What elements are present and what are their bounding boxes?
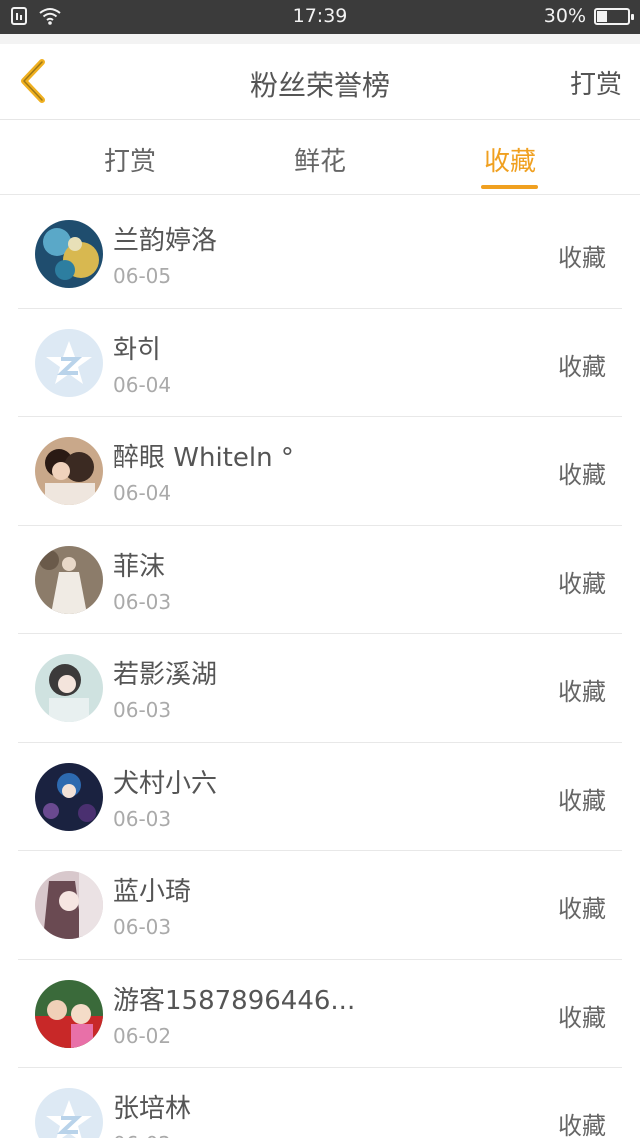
favorite-label: 收藏 xyxy=(558,895,606,923)
avatar xyxy=(35,654,103,722)
avatar xyxy=(35,762,103,831)
favorite-label: 收藏 xyxy=(558,1112,606,1138)
user-date: 06-04 xyxy=(113,481,172,505)
user-name: 游客1587896446... xyxy=(113,985,356,1016)
avatar xyxy=(35,979,103,1048)
favorite-label: 收藏 xyxy=(558,461,606,489)
tab-active-indicator xyxy=(481,185,538,189)
nav-bar: 粉丝荣誉榜 打赏 xyxy=(0,44,640,120)
user-name: 张培林 xyxy=(113,1094,192,1124)
user-date: 06-03 xyxy=(113,589,172,614)
fan-list: 兰韵婷洛 06-05 收藏 화히 06-04 收藏 醉眼 Whiteln ° 0… xyxy=(0,200,640,1138)
favorite-label: 收藏 xyxy=(558,244,606,272)
user-name: 蓝小琦 xyxy=(113,877,192,907)
avatar xyxy=(35,437,103,505)
header-gap xyxy=(0,34,640,44)
list-item[interactable]: 蓝小琦 06-03 收藏 xyxy=(18,851,622,960)
user-date: 06-02 xyxy=(113,1023,172,1048)
list-item[interactable]: 菲沫 06-03 收藏 xyxy=(18,526,622,634)
user-name: 醉眼 Whiteln ° xyxy=(113,443,294,473)
battery-fill xyxy=(597,11,607,22)
user-date: 06-04 xyxy=(113,372,172,397)
user-date: 06-02 xyxy=(113,1132,171,1138)
list-item[interactable]: 醉眼 Whiteln ° 06-04 收藏 xyxy=(18,417,622,526)
favorite-label: 收藏 xyxy=(558,1003,606,1032)
favorite-label: 收藏 xyxy=(558,678,606,706)
list-item[interactable]: 犬村小六 06-03 收藏 xyxy=(18,743,622,851)
tab-favorites[interactable]: 收藏 xyxy=(450,141,570,178)
avatar xyxy=(35,220,103,288)
user-date: 06-03 xyxy=(113,806,172,831)
avatar xyxy=(35,545,103,614)
list-item[interactable]: 游客1587896446... 06-02 收藏 xyxy=(18,960,622,1068)
avatar xyxy=(35,1088,103,1138)
user-date: 06-03 xyxy=(113,698,172,722)
status-bar: 17:39 30% xyxy=(0,0,640,34)
list-item[interactable]: 张培林 06-02 收藏 xyxy=(18,1068,622,1138)
user-name: 若影溪湖 xyxy=(113,660,218,690)
user-date: 06-05 xyxy=(113,264,172,288)
battery-icon xyxy=(594,8,634,25)
avatar xyxy=(35,328,103,397)
favorite-label: 收藏 xyxy=(558,352,606,381)
favorite-label: 收藏 xyxy=(558,786,606,815)
list-item[interactable]: 화히 06-04 收藏 xyxy=(18,309,622,417)
page-title: 粉丝荣誉榜 xyxy=(249,69,390,102)
favorite-label: 收藏 xyxy=(558,569,606,598)
user-name: 兰韵婷洛 xyxy=(113,226,218,256)
user-date: 06-03 xyxy=(113,915,172,939)
user-name: 犬村小六 xyxy=(113,768,218,799)
tab-flowers[interactable]: 鲜花 xyxy=(260,141,380,178)
tab-bar: 打赏 鲜花 收藏 xyxy=(0,121,640,195)
user-name: 菲沫 xyxy=(113,551,166,582)
user-name: 화히 xyxy=(113,334,161,365)
battery-percent: 30% xyxy=(543,5,586,27)
avatar xyxy=(35,871,103,939)
tab-reward[interactable]: 打赏 xyxy=(70,141,190,178)
list-item[interactable]: 若影溪湖 06-03 收藏 xyxy=(18,634,622,743)
reward-button[interactable]: 打赏 xyxy=(570,64,622,101)
list-item[interactable]: 兰韵婷洛 06-05 收藏 xyxy=(18,200,622,309)
